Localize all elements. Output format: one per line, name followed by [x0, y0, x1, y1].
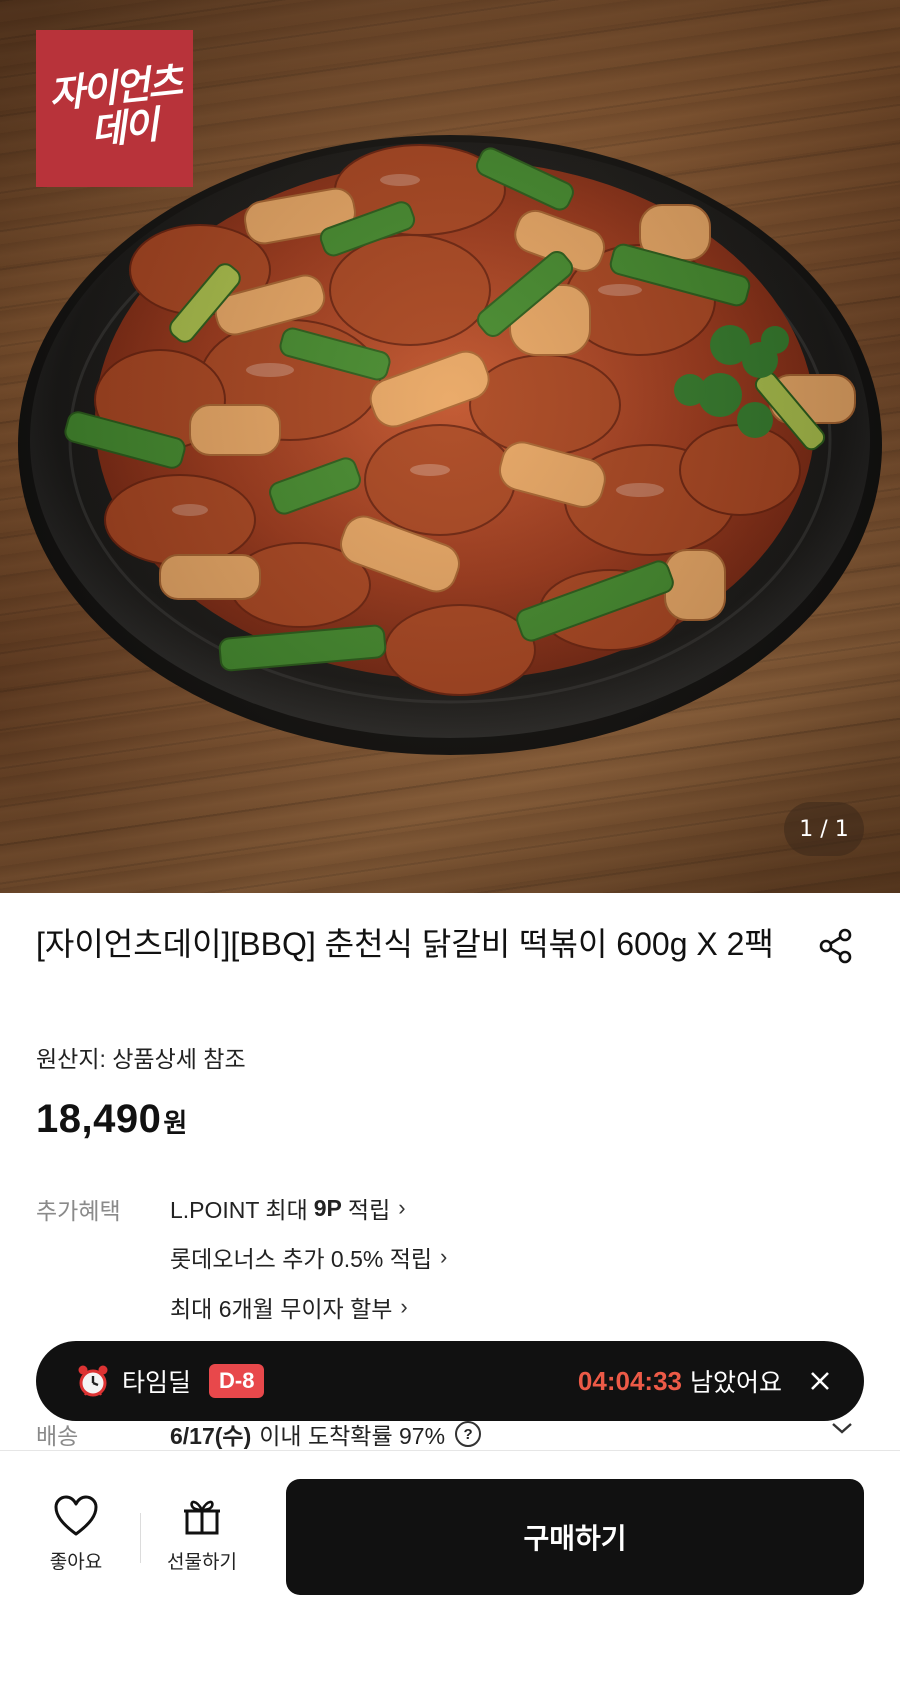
shipping-date: 6/17(수): [170, 1423, 252, 1449]
chevron-right-icon: ›: [398, 1195, 406, 1220]
bottom-action-bar: 좋아요 선물하기 구매하기: [0, 1450, 900, 1697]
benefit-lpoint-prefix: L.POINT 최대: [170, 1197, 308, 1223]
gift-button[interactable]: 선물하기: [156, 1495, 248, 1605]
like-label: 좋아요: [49, 1552, 103, 1573]
chevron-down-icon: [832, 1423, 852, 1434]
shipping-info: 6/17(수) 이내 도착확률 97% ?: [170, 1417, 482, 1451]
shipping-expand-button[interactable]: [828, 1418, 856, 1442]
price: 18,490 원: [36, 1097, 187, 1142]
close-icon: [811, 1372, 829, 1390]
alarm-clock-icon: [78, 1365, 108, 1397]
product-title: [자이언츠데이][BBQ] 춘천식 닭갈비 떡볶이 600g X 2팩: [36, 926, 774, 962]
chevron-right-icon: ›: [400, 1294, 408, 1319]
help-icon[interactable]: ?: [455, 1421, 482, 1447]
shipping-label: 배송: [36, 1423, 79, 1449]
timedeal-dday-badge: D-8: [209, 1364, 265, 1398]
benefit-lpoint-highlight: 9P: [313, 1194, 342, 1221]
benefit-lotte-owners-text: 롯데오너스 추가 0.5% 적립: [170, 1246, 433, 1272]
benefit-lpoint[interactable]: L.POINT 최대 9P 적립 ›: [170, 1191, 406, 1225]
heart-icon: [54, 1495, 98, 1536]
chevron-right-icon: ›: [440, 1244, 448, 1269]
benefit-installment-text: 최대 6개월 무이자 할부: [170, 1296, 393, 1322]
benefit-lotte-owners[interactable]: 롯데오너스 추가 0.5% 적립 ›: [170, 1240, 447, 1274]
buy-button[interactable]: 구매하기: [286, 1479, 864, 1595]
timedeal-label: 타임딜: [122, 1369, 192, 1397]
image-counter: 1 / 1: [784, 802, 864, 856]
benefits-label: 추가혜택: [36, 1198, 121, 1224]
like-button[interactable]: 좋아요: [36, 1495, 116, 1605]
divider: [140, 1513, 141, 1563]
timedeal-banner[interactable]: 타임딜 D-8 04:04:33 남았어요: [36, 1341, 864, 1421]
origin-info: 원산지: 상품상세 참조: [36, 1046, 246, 1072]
price-unit: 원: [163, 1109, 188, 1139]
timedeal-remain-text: 남았어요: [689, 1369, 782, 1397]
brand-logo: 자이언츠 데이: [36, 30, 193, 187]
gift-label: 선물하기: [167, 1552, 237, 1573]
brand-logo-line2: 데이: [88, 102, 159, 153]
share-button[interactable]: [812, 922, 860, 970]
gift-icon: [184, 1500, 220, 1535]
price-value: 18,490: [36, 1097, 162, 1141]
shipping-text: 이내 도착확률 97%: [259, 1423, 446, 1449]
timedeal-close-button[interactable]: [800, 1361, 840, 1401]
benefit-lpoint-suffix: 적립: [347, 1197, 391, 1223]
timedeal-countdown: 04:04:33: [577, 1365, 682, 1396]
benefit-installment[interactable]: 최대 6개월 무이자 할부 ›: [170, 1290, 408, 1324]
share-icon: [819, 928, 852, 964]
product-image[interactable]: 자이언츠 데이 1 / 1: [0, 0, 900, 893]
